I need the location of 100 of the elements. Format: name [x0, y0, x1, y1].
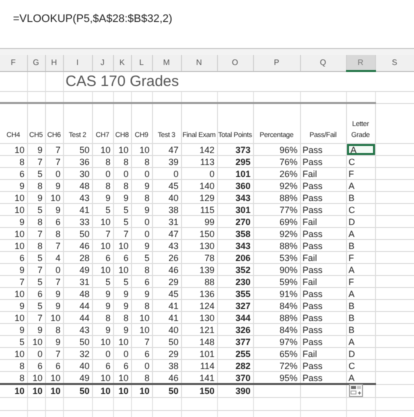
table-cell[interactable]: 10	[27, 336, 45, 348]
table-cell[interactable]: 8	[27, 180, 45, 192]
table-cell[interactable]: 10	[45, 312, 63, 324]
table-cell[interactable]: 7	[45, 348, 63, 360]
table-cell[interactable]: 5	[27, 252, 45, 264]
table-cell[interactable]: 8	[131, 300, 152, 312]
column-header[interactable]: I	[63, 55, 92, 71]
table-cell[interactable]: C	[346, 204, 375, 216]
total-cell[interactable]: 10	[45, 384, 63, 398]
table-cell[interactable]: 48	[63, 288, 92, 300]
table-cell[interactable]: 6	[92, 360, 113, 372]
column-header[interactable]: J	[92, 55, 113, 71]
table-cell[interactable]: 10	[0, 312, 27, 324]
table-cell[interactable]: 28	[63, 252, 92, 264]
table-cell[interactable]: 97%	[253, 336, 300, 348]
table-cell[interactable]: A	[346, 288, 375, 300]
table-cell[interactable]: 10	[92, 372, 113, 384]
table-cell[interactable]: 9	[131, 204, 152, 216]
table-cell[interactable]: 30	[63, 168, 92, 180]
table-cell[interactable]: 10	[131, 144, 152, 156]
table-cell[interactable]: 48	[63, 180, 92, 192]
table-cell[interactable]: 96%	[253, 144, 300, 156]
table-cell[interactable]: 9	[113, 300, 131, 312]
table-cell[interactable]: 7	[45, 240, 63, 252]
table-cell[interactable]: 139	[181, 264, 217, 276]
column-header[interactable]: K	[113, 55, 131, 71]
table-cell[interactable]: 26%	[253, 168, 300, 180]
table-cell[interactable]: 43	[63, 324, 92, 336]
table-cell[interactable]: 9	[92, 288, 113, 300]
table-cell[interactable]: 9	[92, 300, 113, 312]
table-cell[interactable]: 8	[92, 156, 113, 168]
table-cell[interactable]: 7	[27, 156, 45, 168]
table-cell[interactable]: 91%	[253, 288, 300, 300]
table-cell[interactable]: 230	[217, 276, 253, 288]
total-cell[interactable]: 10	[113, 384, 131, 398]
table-cell[interactable]: 360	[217, 180, 253, 192]
table-cell[interactable]: 8	[0, 156, 27, 168]
table-cell[interactable]: 95%	[253, 372, 300, 384]
table-cell[interactable]: 4	[45, 252, 63, 264]
table-cell[interactable]: 38	[152, 204, 181, 216]
table-cell[interactable]: Pass	[300, 180, 346, 192]
table-cell[interactable]: Pass	[300, 372, 346, 384]
table-cell[interactable]: 31	[152, 216, 181, 228]
table-cell[interactable]: 9	[0, 180, 27, 192]
table-cell[interactable]: 50	[152, 336, 181, 348]
table-cell[interactable]: 5	[0, 336, 27, 348]
table-cell[interactable]: F	[346, 168, 375, 180]
table-cell[interactable]: 10	[131, 312, 152, 324]
table-cell[interactable]: 49	[63, 372, 92, 384]
table-cell[interactable]: 10	[92, 144, 113, 156]
table-cell[interactable]: 10	[45, 372, 63, 384]
table-cell[interactable]: Fail	[300, 276, 346, 288]
table-cell[interactable]: D	[346, 216, 375, 228]
table-cell[interactable]: 40	[63, 360, 92, 372]
table-cell[interactable]: 130	[181, 312, 217, 324]
paste-options-icon[interactable]	[349, 384, 363, 397]
table-cell[interactable]: 0	[131, 360, 152, 372]
table-cell[interactable]: 8	[92, 180, 113, 192]
table-cell[interactable]: 90%	[253, 264, 300, 276]
table-cell[interactable]: 41	[152, 300, 181, 312]
table-cell[interactable]: 114	[181, 360, 217, 372]
table-cell[interactable]: 7	[45, 144, 63, 156]
table-cell[interactable]: 5	[27, 168, 45, 180]
table-cell[interactable]: 9	[27, 324, 45, 336]
table-cell[interactable]: 10	[0, 192, 27, 204]
table-cell[interactable]: 6	[131, 276, 152, 288]
table-cell[interactable]: 150	[181, 228, 217, 240]
table-cell[interactable]: 8	[131, 192, 152, 204]
table-cell[interactable]: 9	[0, 324, 27, 336]
table-cell[interactable]: 8	[45, 228, 63, 240]
table-cell[interactable]: 69%	[253, 216, 300, 228]
table-cell[interactable]: 88	[181, 276, 217, 288]
table-cell[interactable]: Pass	[300, 204, 346, 216]
table-cell[interactable]: 88%	[253, 192, 300, 204]
table-cell[interactable]: 148	[181, 336, 217, 348]
table-cell[interactable]: 5	[113, 216, 131, 228]
table-cell[interactable]: 49	[63, 264, 92, 276]
table-cell[interactable]: 0	[45, 168, 63, 180]
table-cell[interactable]: 255	[217, 348, 253, 360]
table-cell[interactable]: 76%	[253, 156, 300, 168]
table-cell[interactable]: 9	[131, 180, 152, 192]
table-cell[interactable]: 10	[113, 372, 131, 384]
table-cell[interactable]: 8	[131, 264, 152, 276]
table-cell[interactable]: 88%	[253, 240, 300, 252]
table-cell[interactable]: 343	[217, 192, 253, 204]
column-header[interactable]: G	[27, 55, 45, 71]
table-cell[interactable]: 377	[217, 336, 253, 348]
table-cell[interactable]: 46	[152, 264, 181, 276]
table-cell[interactable]: Pass	[300, 156, 346, 168]
table-cell[interactable]: 10	[0, 240, 27, 252]
table-cell[interactable]: 45	[152, 180, 181, 192]
total-cell[interactable]: 10	[27, 384, 45, 398]
table-cell[interactable]: 59%	[253, 276, 300, 288]
table-cell[interactable]: Pass	[300, 240, 346, 252]
table-cell[interactable]: 101	[217, 168, 253, 180]
table-cell[interactable]: 0	[45, 264, 63, 276]
table-cell[interactable]: 142	[181, 144, 217, 156]
table-cell[interactable]: 44	[63, 312, 92, 324]
column-header[interactable]: O	[217, 55, 253, 71]
table-cell[interactable]: 136	[181, 288, 217, 300]
